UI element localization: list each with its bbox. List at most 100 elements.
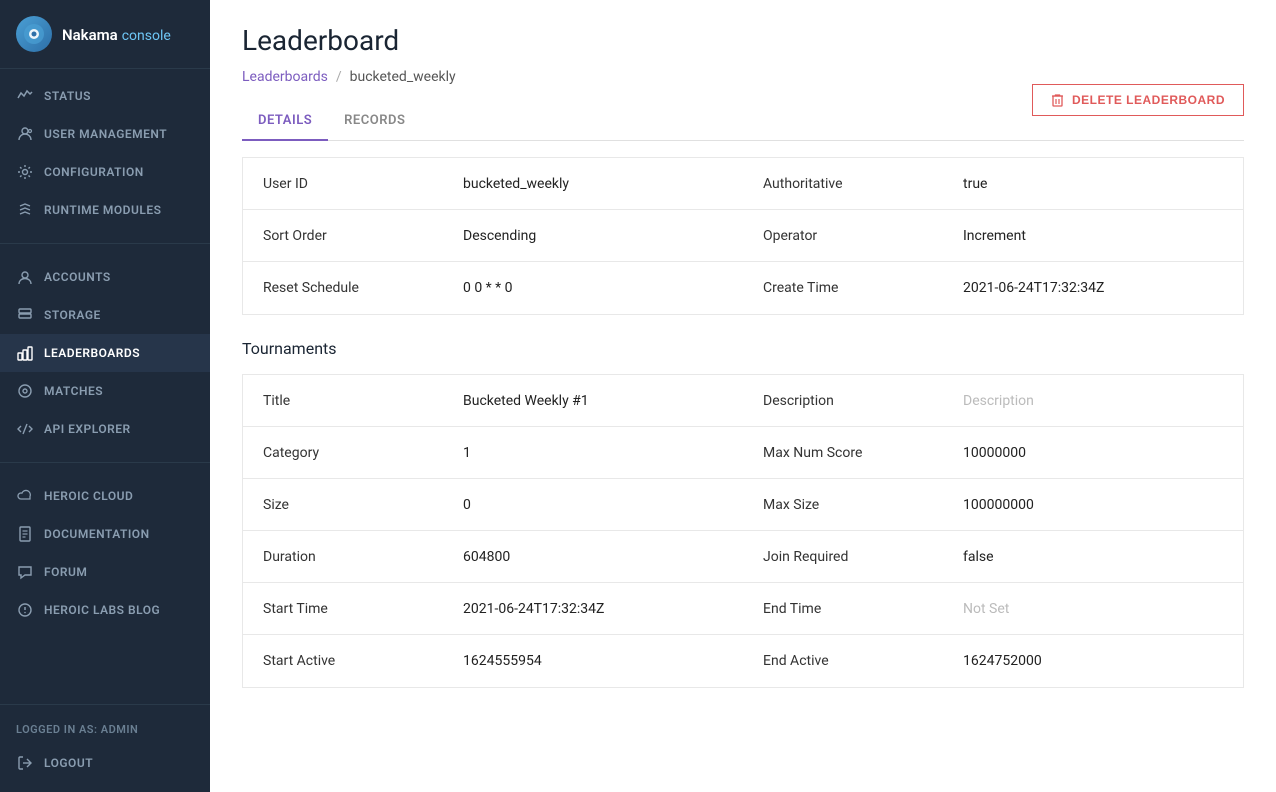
value-start-active: 1624555954 [443,635,743,687]
sidebar-item-label: Heroic Cloud [44,489,133,503]
value-duration: 604800 [443,531,743,582]
sidebar-item-heroic-labs-blog[interactable]: Heroic Labs Blog [0,591,210,629]
sidebar-divider-2 [0,462,210,463]
details-table: User ID bucketed_weekly Authoritative tr… [242,157,1244,315]
header-row: Leaderboard Leaderboards / bucketed_week… [242,24,1244,101]
accounts-icon [16,268,34,286]
value-description: Description [943,375,1243,426]
breadcrumb-link[interactable]: Leaderboards [242,69,328,85]
sidebar-divider-1 [0,243,210,244]
sidebar-item-label: Forum [44,565,87,579]
sidebar-item-label: Status [44,89,91,103]
breadcrumb-separator: / [336,69,342,85]
leaderboards-icon [16,344,34,362]
status-icon [16,87,34,105]
sidebar-item-storage[interactable]: Storage [0,296,210,334]
table-row: Start Time 2021-06-24T17:32:34Z End Time… [243,583,1243,635]
sidebar-item-heroic-cloud[interactable]: Heroic Cloud [0,477,210,515]
value-title: Bucketed Weekly #1 [443,375,743,426]
sidebar-item-documentation[interactable]: Documentation [0,515,210,553]
logout-icon [16,754,34,772]
delete-leaderboard-button[interactable]: DELETE LEADERBOARD [1032,84,1244,116]
sidebar-item-matches[interactable]: Matches [0,372,210,410]
configuration-icon [16,163,34,181]
value-end-active: 1624752000 [943,635,1243,687]
logged-in-label: Logged In As: Admin [0,715,210,744]
sidebar-item-label: Accounts [44,270,111,284]
value-start-time: 2021-06-24T17:32:34Z [443,583,743,634]
main-content: Leaderboard Leaderboards / bucketed_week… [210,0,1276,792]
sidebar-logo: Nakama console [0,0,210,69]
value-reset-schedule: 0 0 * * 0 [443,262,743,314]
sidebar-item-accounts[interactable]: Accounts [0,258,210,296]
sidebar-nav-main: Status User Management Configuration [0,69,210,237]
label-description: Description [743,375,943,426]
sidebar-item-label: Leaderboards [44,346,140,360]
sidebar-item-logout[interactable]: Logout [0,744,210,782]
label-start-active: Start Active [243,635,443,687]
value-category: 1 [443,427,743,478]
sidebar-item-configuration[interactable]: Configuration [0,153,210,191]
sidebar-item-api-explorer[interactable]: API Explorer [0,410,210,448]
sidebar-item-label: API Explorer [44,422,131,436]
sidebar-item-label: Runtime Modules [44,203,161,217]
label-duration: Duration [243,531,443,582]
runtime-modules-icon [16,201,34,219]
value-max-num-score: 10000000 [943,427,1243,478]
label-size: Size [243,479,443,530]
matches-icon [16,382,34,400]
sidebar-nav-heroic: Heroic Cloud Documentation Forum [0,469,210,637]
table-row: Sort Order Descending Operator Increment [243,210,1243,262]
value-size: 0 [443,479,743,530]
sidebar-item-user-management[interactable]: User Management [0,115,210,153]
sidebar-item-status[interactable]: Status [0,77,210,115]
delete-button-label: DELETE LEADERBOARD [1072,93,1225,107]
page-header: Leaderboard Leaderboards / bucketed_week… [210,0,1276,101]
label-create-time: Create Time [743,262,943,314]
logo-name: Nakama console [62,25,171,44]
table-row: Category 1 Max Num Score 10000000 [243,427,1243,479]
value-end-time: Not Set [943,583,1243,634]
label-end-time: End Time [743,583,943,634]
sidebar-item-leaderboards[interactable]: Leaderboards [0,334,210,372]
sidebar-item-forum[interactable]: Forum [0,553,210,591]
sidebar-item-label: User Management [44,127,167,141]
api-explorer-icon [16,420,34,438]
user-management-icon [16,125,34,143]
label-category: Category [243,427,443,478]
sidebar-nav-secondary: Accounts Storage Leaderboards [0,250,210,456]
value-create-time: 2021-06-24T17:32:34Z [943,262,1243,314]
value-sort-order: Descending [443,210,743,261]
trash-icon [1051,93,1064,107]
tab-details[interactable]: Details [242,101,328,140]
sidebar-item-label: Logout [44,756,93,770]
sidebar-item-runtime-modules[interactable]: Runtime Modules [0,191,210,229]
table-row: Title Bucketed Weekly #1 Description Des… [243,375,1243,427]
sidebar-item-label: Configuration [44,165,144,179]
tournaments-section-title: Tournaments [242,339,1244,358]
label-user-id: User ID [243,158,443,209]
blog-icon [16,601,34,619]
tab-records[interactable]: Records [328,101,421,140]
label-max-size: Max Size [743,479,943,530]
value-max-size: 100000000 [943,479,1243,530]
label-end-active: End Active [743,635,943,687]
value-operator: Increment [943,210,1243,261]
sidebar-item-label: Storage [44,308,101,322]
forum-icon [16,563,34,581]
table-row: Size 0 Max Size 100000000 [243,479,1243,531]
sidebar-item-label: Matches [44,384,103,398]
storage-icon [16,306,34,324]
table-row: User ID bucketed_weekly Authoritative tr… [243,158,1243,210]
label-reset-schedule: Reset Schedule [243,262,443,314]
sidebar: Nakama console Status User Management [0,0,210,792]
logo-icon [16,16,52,52]
breadcrumb-current: bucketed_weekly [350,69,456,85]
table-row: Start Active 1624555954 End Active 16247… [243,635,1243,687]
label-operator: Operator [743,210,943,261]
table-row: Reset Schedule 0 0 * * 0 Create Time 202… [243,262,1243,314]
value-authoritative: true [943,158,1243,209]
table-row: Duration 604800 Join Required false [243,531,1243,583]
label-start-time: Start Time [243,583,443,634]
tournaments-table: Title Bucketed Weekly #1 Description Des… [242,374,1244,688]
